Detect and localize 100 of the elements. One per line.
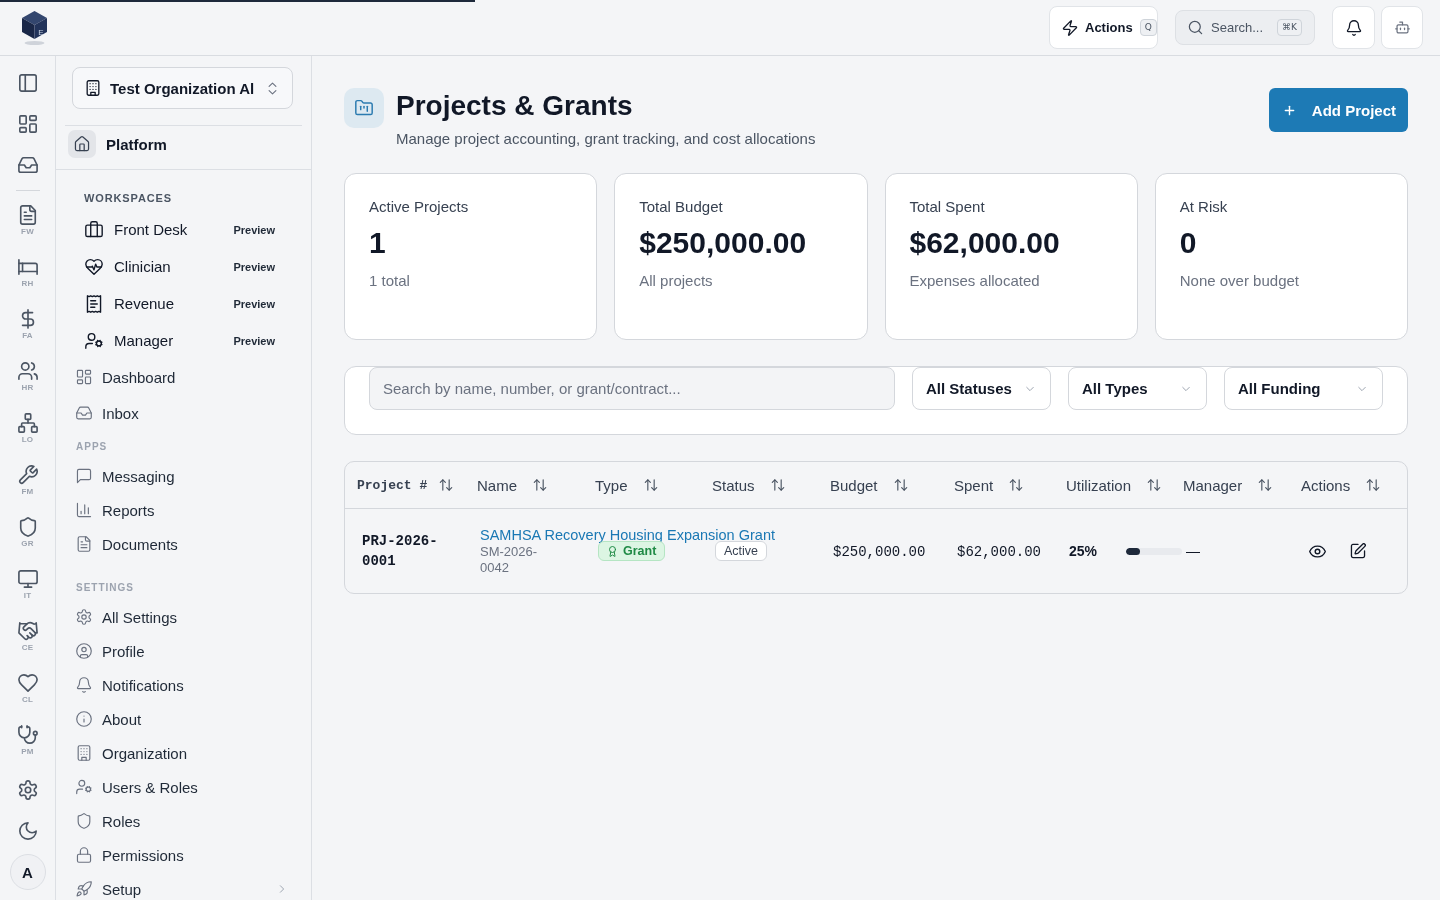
heart-pulse-icon [85, 257, 103, 276]
column-header: Project # [357, 477, 428, 493]
user-gear-icon [76, 779, 92, 795]
bed-icon [17, 257, 38, 277]
grid-icon [76, 369, 92, 385]
sort-icon[interactable] [893, 478, 908, 492]
shortcut-key: Q [1139, 19, 1157, 36]
organization-selector[interactable]: Test Organization Al [72, 67, 293, 109]
status-badge: Active [715, 541, 768, 561]
heart-icon [17, 673, 38, 693]
section-heading: SETTINGS [76, 581, 134, 595]
search-button[interactable]: Search... ⌘K [1175, 10, 1315, 45]
nav-link[interactable]: Organization [76, 744, 188, 762]
nav-link[interactable]: Inbox [76, 404, 139, 422]
avatar-button[interactable]: A [9, 854, 46, 890]
sidebar-toggle-icon[interactable] [17, 72, 38, 93]
briefcase-icon [85, 220, 103, 239]
document-icon [76, 536, 92, 552]
nav-link[interactable]: Notifications [76, 676, 184, 694]
shortcut-key: ⌘K [1277, 19, 1302, 36]
nav-link[interactable]: Dashboard [76, 368, 176, 386]
utilization-cell: 25% [1069, 543, 1098, 559]
workspace-link[interactable]: Clinician [85, 257, 171, 276]
column-header: Utilization [1066, 476, 1132, 494]
sort-icon[interactable] [1258, 478, 1273, 492]
document-icon [17, 205, 38, 225]
column-header: Name [477, 476, 517, 494]
nav-link[interactable]: Reports [76, 501, 155, 519]
bar-chart-icon [76, 502, 92, 518]
stat-label: At Risk [1179, 198, 1229, 216]
page-title: Projects & Grants [396, 89, 634, 123]
building-icon [85, 80, 101, 96]
lightning-icon [1062, 19, 1078, 36]
rocket-icon [76, 881, 92, 897]
sort-icon[interactable] [1009, 478, 1024, 492]
search-field[interactable]: Search by name, number, or grant/contract... [369, 367, 895, 410]
stat-label: Total Budget [639, 198, 724, 216]
project-link[interactable]: SAMHSA Recovery Housing Expansion Grant [480, 526, 775, 544]
add-project-button[interactable]: Add Project [1268, 88, 1408, 132]
search-icon [1188, 20, 1203, 35]
assistant-button[interactable] [1381, 6, 1423, 49]
column-header: Manager [1183, 476, 1243, 494]
lock-icon [76, 847, 92, 863]
preview-label: Preview [233, 334, 275, 347]
grant-number: SM-2026-0042 [480, 544, 539, 576]
network-icon [17, 413, 38, 433]
stat-label: Total Spent [909, 198, 986, 216]
sort-icon[interactable] [1366, 478, 1381, 492]
nav-link[interactable]: Roles [76, 812, 141, 830]
settings-icon [76, 609, 92, 625]
user-gear-icon [85, 331, 103, 350]
page-subtitle: Manage project accounting, grant tracking, and cost allocations [396, 129, 816, 149]
wrench-icon [17, 465, 38, 485]
nav-link[interactable]: Documents [76, 535, 178, 553]
actions-button[interactable]: Actions Q [1049, 6, 1158, 49]
sort-icon[interactable] [1147, 478, 1162, 492]
sort-icon[interactable] [533, 478, 547, 492]
grid-icon[interactable] [17, 113, 38, 134]
sort-icon[interactable] [439, 478, 454, 492]
plus-icon [1282, 103, 1296, 117]
nav-link[interactable]: About [76, 710, 142, 728]
settings-icon[interactable] [17, 779, 38, 800]
stat-value: $250,000.00 [639, 225, 808, 261]
sort-icon[interactable] [643, 478, 658, 492]
chevrons-up-down-icon [265, 80, 280, 96]
message-icon [76, 468, 92, 484]
workspace-link[interactable]: Revenue [85, 294, 175, 313]
nav-link[interactable]: Setup [76, 880, 142, 898]
nav-link[interactable]: Messaging [76, 467, 175, 485]
user-circle-icon [76, 643, 92, 659]
inbox-icon[interactable] [17, 154, 38, 175]
preview-label: Preview [233, 223, 275, 236]
stat-note: 1 total [369, 271, 411, 291]
filter-dropdown[interactable]: All Statuses [912, 367, 1051, 410]
filter-dropdown[interactable]: All Funding [1224, 367, 1383, 410]
nav-link[interactable]: All Settings [76, 608, 178, 626]
platform-link[interactable]: Platform [68, 130, 167, 158]
manager-cell: — [1186, 543, 1200, 559]
notifications-button[interactable] [1332, 6, 1375, 49]
stethoscope-icon [17, 725, 38, 745]
bell-icon [1345, 19, 1362, 36]
workspace-link[interactable]: Manager [85, 331, 174, 350]
eye-icon[interactable] [1309, 542, 1326, 560]
column-header: Type [595, 476, 628, 494]
stat-value: $62,000.00 [909, 225, 1061, 261]
nav-link[interactable]: Permissions [76, 846, 184, 864]
stat-value: 0 [1179, 225, 1198, 261]
moon-icon[interactable] [17, 820, 38, 841]
filter-dropdown[interactable]: All Types [1068, 367, 1207, 410]
nav-link[interactable]: Profile [76, 642, 145, 660]
sort-icon[interactable] [770, 478, 785, 492]
project-number: PRJ-2026-0001 [361, 532, 439, 571]
stat-note: All projects [639, 271, 714, 291]
edit-icon[interactable] [1350, 543, 1366, 559]
workspace-link[interactable]: Front Desk [85, 220, 188, 239]
inbox-icon [76, 405, 92, 421]
shield-icon [17, 517, 38, 537]
handshake-icon [17, 621, 38, 641]
home-icon [68, 130, 96, 158]
nav-link[interactable]: Users & Roles [76, 778, 198, 796]
